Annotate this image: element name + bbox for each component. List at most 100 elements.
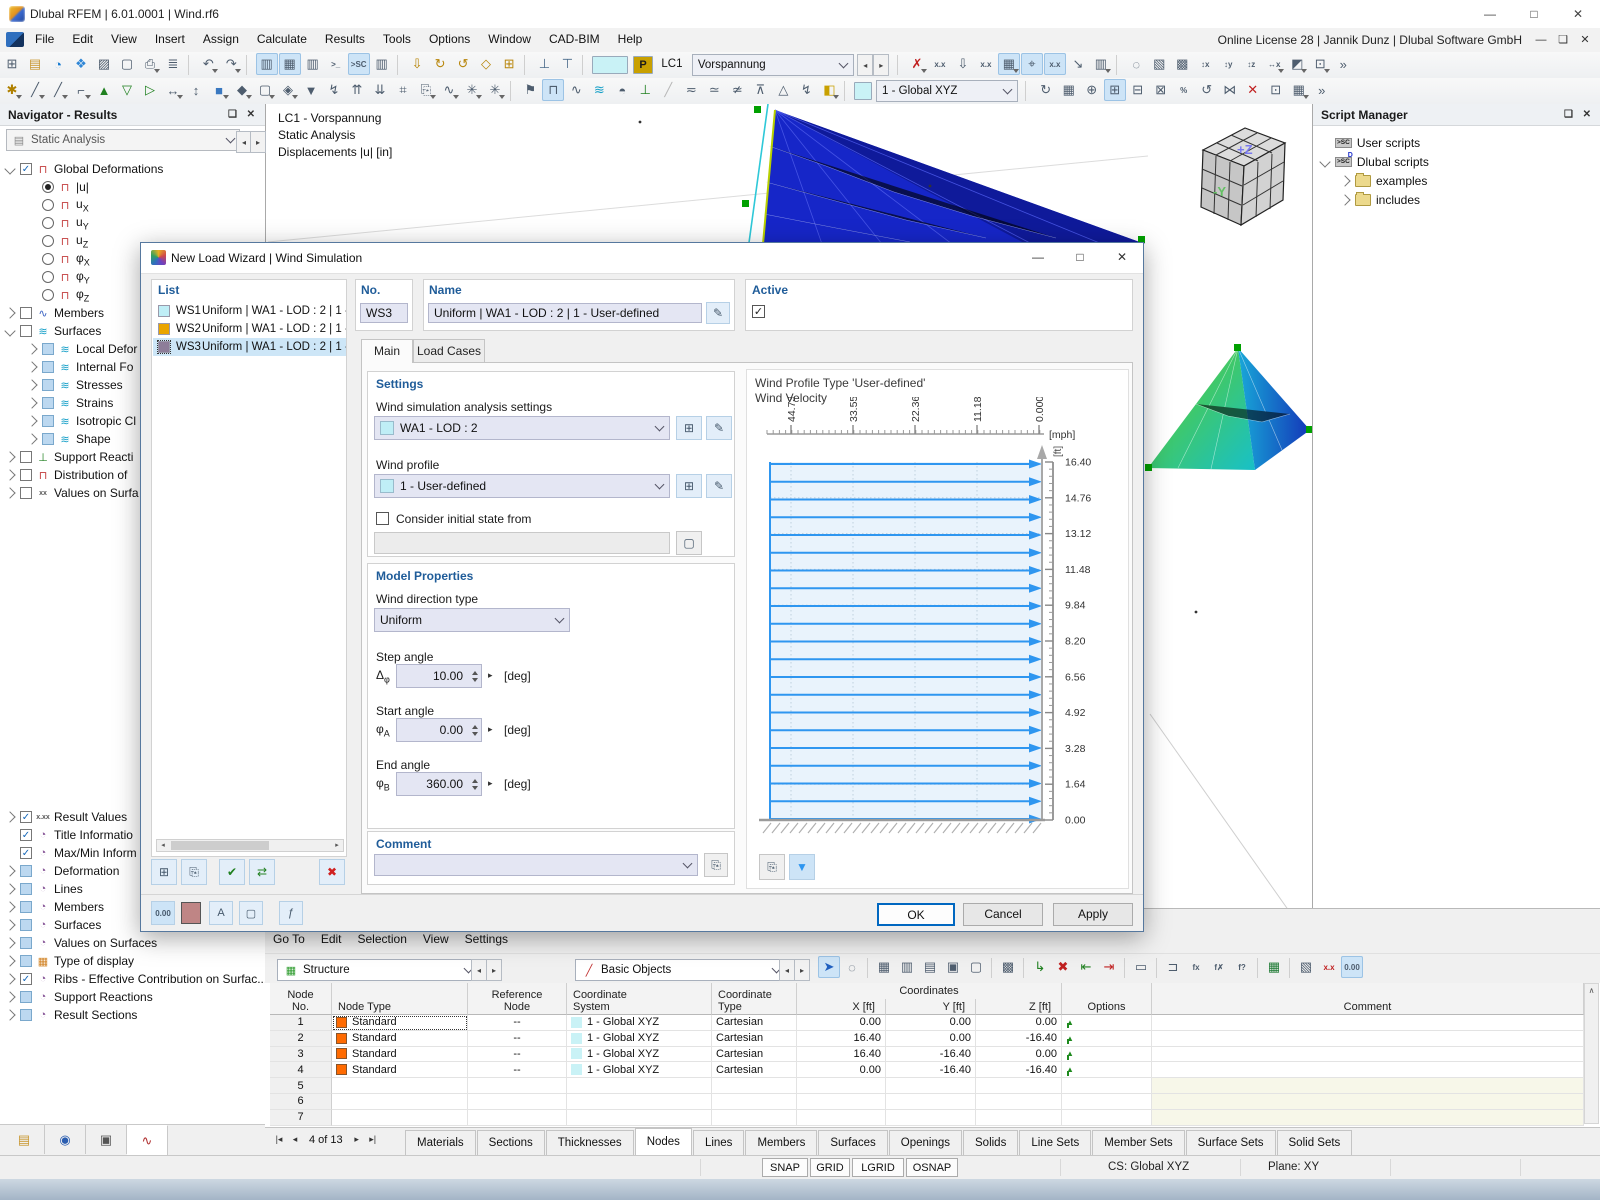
edit-analysis-settings-button[interactable]: ✎ <box>706 416 732 440</box>
tab-load-cases[interactable]: Load Cases <box>413 339 485 362</box>
expand-icon[interactable] <box>4 955 15 966</box>
import-row-icon[interactable]: ⇤ <box>1075 956 1097 978</box>
tree-item-uy[interactable]: ⊓uY <box>28 214 89 232</box>
expand-icon[interactable] <box>26 361 37 372</box>
table-tab-members[interactable]: Members <box>745 1130 817 1155</box>
model-view-icon[interactable]: ⊓ <box>542 79 564 101</box>
cell-y-ft--row-6[interactable] <box>886 1094 976 1110</box>
tree-item-isotropic-cl[interactable]: ≋Isotropic Cl <box>28 412 136 430</box>
tree-item-local-defor[interactable]: ≋Local Defor <box>28 340 137 358</box>
delete-wind-load-button[interactable]: ✖ <box>319 859 345 885</box>
cell-system-row-5[interactable] <box>567 1078 712 1094</box>
cell-type-row-4[interactable]: Cartesian <box>712 1062 797 1078</box>
tree-item-x[interactable]: ⊓φX <box>28 250 90 268</box>
cell-system-row-7[interactable] <box>567 1110 712 1126</box>
release-3-icon[interactable]: ≄ <box>726 79 748 101</box>
load-case-prev-button[interactable]: ◂ <box>857 54 873 76</box>
coordinate-system-selector[interactable]: 1 - Global XYZ <box>876 80 1018 102</box>
detail-arrow[interactable]: ▸ <box>488 778 493 789</box>
float-panel-icon[interactable]: ❏ <box>228 109 237 120</box>
cell-options-row-1[interactable]: ▲ <box>1062 1015 1152 1031</box>
toggle-lgrid[interactable]: LGRID <box>852 1158 904 1177</box>
load-combination-icon[interactable]: ◇ <box>475 53 497 75</box>
table-menu-view[interactable]: View <box>415 929 457 952</box>
cell-node-type-row-6[interactable] <box>332 1094 468 1110</box>
tree-item-surfaces[interactable]: ≋Surfaces <box>6 322 101 340</box>
table-view-2-icon[interactable]: ▥ <box>896 956 918 978</box>
cell-z-ft--row-5[interactable] <box>976 1078 1062 1094</box>
delete-icon[interactable]: ✕ <box>1242 79 1264 101</box>
tree-item-stresses[interactable]: ≋Stresses <box>28 376 123 394</box>
clipping-icon[interactable]: ▩ <box>1171 53 1193 75</box>
toggle-osnap[interactable]: OSNAP <box>906 1158 958 1177</box>
delete-row-icon[interactable]: ✖ <box>1052 956 1074 978</box>
dialog-title-bar[interactable]: New Load Wizard | Wind Simulation — □ ✕ <box>141 243 1143 274</box>
checkbox[interactable] <box>20 865 32 877</box>
checkbox[interactable]: ✓ <box>20 163 32 175</box>
load-wizard-icon[interactable]: ↻ <box>429 53 451 75</box>
minimize-button[interactable]: — <box>1468 0 1512 28</box>
clear-view-icon[interactable]: ◌ <box>1125 53 1147 75</box>
more-2-icon[interactable]: » <box>1311 79 1333 101</box>
export-row-icon[interactable]: ⇥ <box>1098 956 1120 978</box>
script-item-examples[interactable]: examples <box>1341 172 1427 190</box>
table-group-selector[interactable]: ▦ Structure <box>277 959 479 981</box>
rename-button[interactable]: ✎ <box>706 302 730 324</box>
checkbox[interactable]: ✓ <box>20 847 32 859</box>
section-icon[interactable]: ∿ <box>438 79 460 101</box>
table-menu-edit[interactable]: Edit <box>313 929 350 952</box>
table-tab-sections[interactable]: Sections <box>477 1130 545 1155</box>
checkbox[interactable] <box>20 487 32 499</box>
cell-x-ft--row-1[interactable]: 0.00 <box>797 1015 886 1031</box>
initial-state-checkbox[interactable] <box>376 512 389 525</box>
cell-type-row-6[interactable] <box>712 1094 797 1110</box>
display-settings-button[interactable]: ▢ <box>239 901 263 925</box>
table-tab-surfaces[interactable]: Surfaces <box>818 1130 887 1155</box>
cell-z-ft--row-6[interactable] <box>976 1094 1062 1110</box>
nav-tab-results-icon[interactable]: ∿ <box>127 1125 168 1155</box>
table-group-next[interactable]: ▸ <box>486 959 502 981</box>
load-case-next-button[interactable]: ▸ <box>873 54 889 76</box>
table-tab-line-sets[interactable]: Line Sets <box>1019 1130 1091 1155</box>
analysis-settings-selector[interactable]: WA1 - LOD : 2 <box>374 416 670 440</box>
deformation-view-icon[interactable]: ∿ <box>565 79 587 101</box>
cell-type-row-7[interactable] <box>712 1110 797 1126</box>
analysis-type-selector[interactable]: ▤ Static Analysis <box>6 129 240 151</box>
menu-file[interactable]: File <box>26 28 63 52</box>
printout-report-icon[interactable]: ▨ <box>93 53 115 75</box>
menu-calculate[interactable]: Calculate <box>248 28 316 52</box>
checkbox[interactable] <box>20 325 32 337</box>
surface-load-icon[interactable]: ⇊ <box>369 79 391 101</box>
new-plane-icon[interactable]: ▼ <box>300 79 322 101</box>
expand-icon[interactable] <box>26 415 37 426</box>
new-nurbs-icon[interactable]: ◈ <box>277 79 299 101</box>
cell-z-ft--row-1[interactable]: 0.00 <box>976 1015 1062 1031</box>
dialog-minimize-icon[interactable]: — <box>1017 243 1059 272</box>
script-item-user-scripts[interactable]: >SCUser scripts <box>1321 134 1420 152</box>
insert-row-icon[interactable]: ↳ <box>1029 956 1051 978</box>
table-group-prev[interactable]: ◂ <box>471 959 487 981</box>
new-line-icon[interactable]: ╱ <box>24 79 46 101</box>
navigator-toggle-icon[interactable]: ▥ <box>256 53 278 75</box>
table-category-selector[interactable]: ╱ Basic Objects <box>575 959 787 981</box>
checkbox[interactable] <box>20 901 32 913</box>
dimension-icon[interactable]: ↔ <box>162 79 184 101</box>
wind-load-item-ws3[interactable]: WS3Uniform | WA1 - LOD : 2 | 1 - <box>153 338 346 356</box>
ok-button[interactable]: OK <box>877 903 955 926</box>
checkbox[interactable] <box>42 343 54 355</box>
cell-comment-row-4[interactable] <box>1152 1062 1584 1078</box>
cell-node-type-row-4[interactable]: Standard <box>332 1062 468 1078</box>
spinner[interactable] <box>470 718 480 742</box>
cell-x-ft--row-3[interactable]: 16.40 <box>797 1047 886 1063</box>
table-tab-solid-sets[interactable]: Solid Sets <box>1277 1130 1353 1155</box>
settings-icon[interactable]: ⊡ <box>1265 79 1287 101</box>
fill-down-icon[interactable]: ▩ <box>997 956 1019 978</box>
name-field[interactable]: Uniform | WA1 - LOD : 2 | 1 - User-defin… <box>428 303 702 323</box>
grid-icon[interactable]: ▦ <box>1058 79 1080 101</box>
checkbox[interactable] <box>20 469 32 481</box>
cell-node-type-row-1[interactable]: Standard <box>332 1015 468 1031</box>
tree-item-values-on-surfaces[interactable]: ◔Values on Surfaces <box>6 934 157 952</box>
menu-minimize-icon[interactable]: — <box>1530 31 1552 49</box>
undo-icon[interactable]: ↶ <box>197 53 219 75</box>
tree-item-members[interactable]: ∿Members <box>6 304 104 322</box>
